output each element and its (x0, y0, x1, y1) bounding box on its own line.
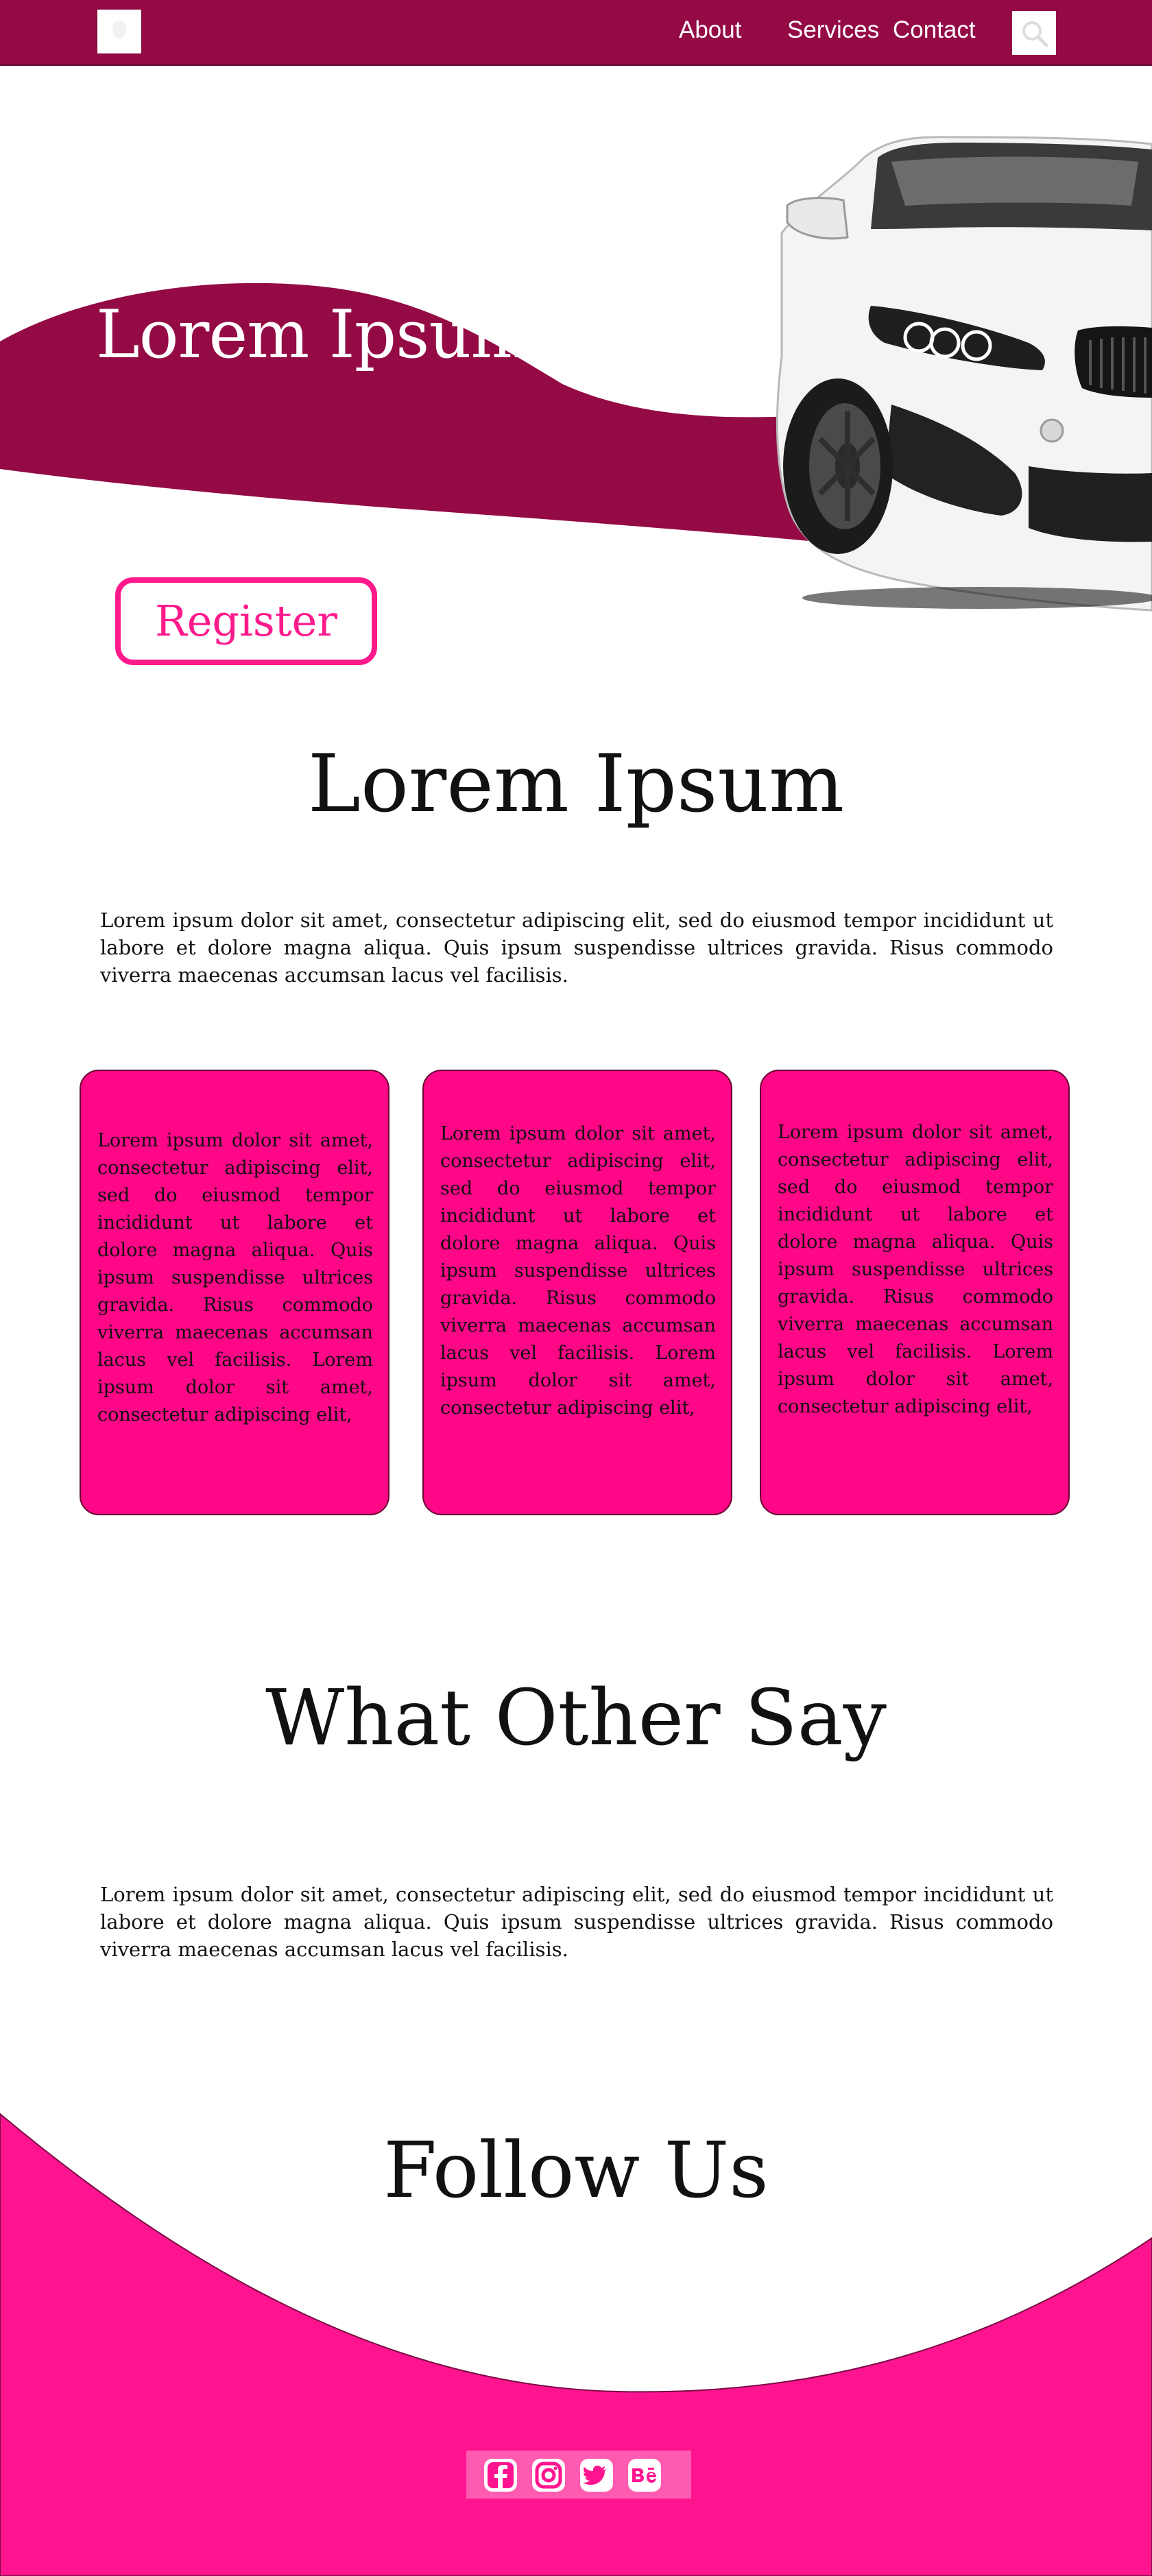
intro-heading: Lorem Ipsum (307, 738, 845, 830)
instagram-icon[interactable] (531, 2457, 566, 2493)
car-image (776, 136, 1152, 612)
behance-icon[interactable] (627, 2457, 662, 2493)
facebook-icon[interactable] (483, 2457, 518, 2493)
card-text: Lorem ipsum dolor sit amet, consectetur … (97, 1130, 373, 1425)
feature-card-3[interactable]: Lorem ipsum dolor sit amet, consectetur … (760, 1070, 1070, 1515)
feature-card-1[interactable]: Lorem ipsum dolor sit amet, consectetur … (80, 1070, 389, 1515)
testimonials-paragraph: Lorem ipsum dolor sit amet, consectetur … (100, 1883, 1053, 1961)
follow-heading: Follow Us (383, 2126, 769, 2215)
register-button[interactable]: Register (115, 577, 377, 665)
social-links (466, 2451, 691, 2499)
testimonials-heading: What Other Say (265, 1674, 887, 1763)
hero-title: Lorem Ipsum (96, 296, 533, 373)
feature-card-2[interactable]: Lorem ipsum dolor sit amet, consectetur … (422, 1070, 732, 1515)
twitter-icon[interactable] (579, 2457, 614, 2493)
card-text: Lorem ipsum dolor sit amet, consectetur … (440, 1123, 716, 1419)
intro-paragraph: Lorem ipsum dolor sit amet, consectetur … (100, 908, 1053, 987)
card-text: Lorem ipsum dolor sit amet, consectetur … (778, 1122, 1053, 1417)
